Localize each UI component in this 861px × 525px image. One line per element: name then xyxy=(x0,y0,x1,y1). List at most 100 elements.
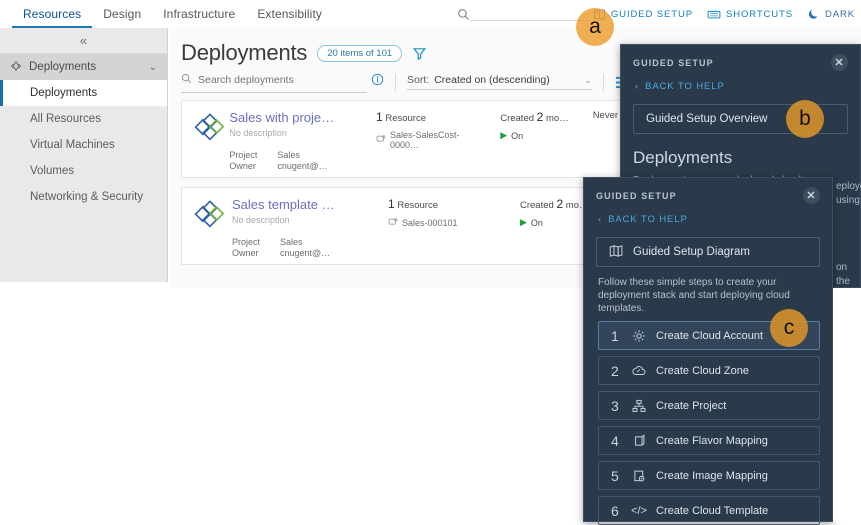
code-icon: </> xyxy=(631,504,647,517)
deployment-summary: Sales with proje… No description Project… xyxy=(229,110,362,171)
deployment-owner-row: Owner cnugent@… xyxy=(229,161,362,172)
owner-key: Owner xyxy=(229,161,256,171)
owner-value: cnugent@… xyxy=(280,248,331,258)
sort-control[interactable]: Sort: Created on (descending) ⌄ xyxy=(407,74,592,90)
power-state: On xyxy=(511,130,524,141)
back-to-help-link[interactable]: ‹ BACK TO HELP xyxy=(621,71,860,92)
sidebar-item-label: Volumes xyxy=(30,165,75,177)
sidebar-group-label: Deployments xyxy=(29,61,97,73)
tab-extensibility[interactable]: Extensibility xyxy=(246,0,333,28)
search-icon xyxy=(181,71,192,89)
back-to-help-label: BACK TO HELP xyxy=(608,214,688,225)
resource-name-row: Sales-000101 xyxy=(388,217,506,229)
resource-count-line: 1 Resource xyxy=(388,197,506,211)
sidebar-item-virtual-machines[interactable]: Virtual Machines xyxy=(0,132,167,158)
background-text-fragment: eployed xyxy=(836,181,861,192)
sidebar-collapse-button[interactable]: « xyxy=(0,28,167,54)
created-value: 2 xyxy=(536,110,544,124)
info-icon[interactable] xyxy=(371,73,384,91)
tab-design[interactable]: Design xyxy=(92,0,152,28)
sidebar-item-label: Deployments xyxy=(30,87,98,99)
resource-count: 1 xyxy=(388,197,395,211)
deployment-project-row: Project Sales xyxy=(232,237,374,248)
deployment-description: No description xyxy=(229,128,287,138)
panel-title: GUIDED SETUP xyxy=(596,190,677,201)
toolbar-divider xyxy=(395,73,396,91)
keyboard-icon xyxy=(707,8,721,21)
step-label: Create Cloud Template xyxy=(656,504,769,517)
left-sidebar: « Deployments ⌄ Deployments All Resource… xyxy=(0,28,168,282)
resource-label: Resource xyxy=(397,200,438,211)
step-number: 3 xyxy=(611,397,619,414)
annotation-marker-a: a xyxy=(576,8,614,46)
page-background-lower xyxy=(0,288,583,522)
search-input[interactable] xyxy=(198,74,348,86)
resource-count: 1 xyxy=(376,110,383,124)
global-search[interactable] xyxy=(457,4,590,21)
step-label: Create Project xyxy=(656,399,727,412)
search-icon xyxy=(457,8,470,21)
toolbar-divider xyxy=(603,73,604,91)
deployment-description: No description xyxy=(232,215,290,225)
tab-resources[interactable]: Resources xyxy=(12,0,93,28)
step-label: Create Image Mapping xyxy=(656,469,768,482)
deployment-card[interactable]: Sales with proje… No description Project… xyxy=(181,100,647,178)
deployment-summary: Sales template … No description Project … xyxy=(232,197,374,258)
step-create-image-mapping[interactable]: 5 Create Image Mapping xyxy=(598,461,820,490)
panel-header: GUIDED SETUP ✕ xyxy=(584,178,832,204)
play-icon: ▶ xyxy=(520,217,527,227)
background-text-fragment: using xyxy=(836,195,860,206)
back-to-help-label: BACK TO HELP xyxy=(645,81,725,92)
sidebar-item-volumes[interactable]: Volumes xyxy=(0,158,167,184)
deployment-resources: 1 Resource Sales-000101 xyxy=(388,197,506,255)
sort-label: Sort: xyxy=(407,74,430,86)
step-create-cloud-zone[interactable]: 2 Create Cloud Zone xyxy=(598,356,820,385)
sidebar-item-deployments[interactable]: Deployments xyxy=(0,80,167,106)
deployment-title[interactable]: Sales with proje… xyxy=(229,110,362,125)
flavor-icon xyxy=(631,433,647,448)
sidebar-item-all-resources[interactable]: All Resources xyxy=(0,106,167,132)
step-create-project[interactable]: 3 Create Project xyxy=(598,391,820,420)
back-to-help-link[interactable]: ‹ BACK TO HELP xyxy=(584,204,832,225)
filter-icon[interactable] xyxy=(412,46,427,61)
step-create-flavor-mapping[interactable]: 4 Create Flavor Mapping xyxy=(598,426,820,455)
deployment-title[interactable]: Sales template … xyxy=(232,197,374,212)
dark-mode-toggle[interactable]: DARK xyxy=(807,8,855,21)
step-number: 6 xyxy=(611,502,619,519)
page-background-right xyxy=(833,288,861,522)
created-label: Created xyxy=(520,200,554,211)
close-icon[interactable]: ✕ xyxy=(803,187,820,204)
guided-setup-label: GUIDED SETUP xyxy=(610,8,693,20)
shortcuts-button[interactable]: SHORTCUTS xyxy=(707,8,793,21)
shortcuts-label: SHORTCUTS xyxy=(725,8,793,20)
sidebar-group-deployments[interactable]: Deployments ⌄ xyxy=(0,54,167,80)
close-icon[interactable]: ✕ xyxy=(831,54,848,71)
deployment-created: Created 2 mo… ▶ On xyxy=(500,110,578,168)
project-value: Sales xyxy=(280,237,303,247)
power-state: On xyxy=(530,217,543,228)
deployment-icon xyxy=(192,110,229,168)
panel-header: GUIDED SETUP ✕ xyxy=(621,45,860,71)
global-search-input[interactable] xyxy=(470,4,590,21)
sidebar-item-label: All Resources xyxy=(30,113,101,125)
deployment-card[interactable]: Sales template … No description Project … xyxy=(181,187,647,265)
step-create-cloud-template[interactable]: 6 </> Create Cloud Template xyxy=(598,496,820,525)
resource-label: Resource xyxy=(385,113,426,124)
guided-setup-overview-label: Guided Setup Overview xyxy=(646,113,768,125)
tab-infrastructure[interactable]: Infrastructure xyxy=(152,0,246,28)
panel-heading: Deployments xyxy=(633,148,733,167)
owner-value: cnugent@… xyxy=(277,161,328,171)
chevron-left-icon: ‹ xyxy=(635,81,640,92)
step-number: 5 xyxy=(611,467,619,484)
sidebar-item-networking-security[interactable]: Networking & Security xyxy=(0,184,167,210)
guided-setup-diagram-label: Guided Setup Diagram xyxy=(633,246,750,258)
search-deployments-box[interactable] xyxy=(181,71,367,93)
panel-intro-text: Follow these simple steps to create your… xyxy=(598,277,790,314)
resource-count-line: 1 Resource xyxy=(376,110,486,124)
created-line: Created 2 mo… xyxy=(500,110,578,124)
item-count-badge: 20 items of 101 xyxy=(317,44,403,62)
background-text-fragment: on the xyxy=(836,262,850,287)
guided-setup-diagram-button[interactable]: Guided Setup Diagram xyxy=(596,237,820,267)
annotation-marker-b: b xyxy=(786,100,824,138)
deployment-resources: 1 Resource Sales-SalesCost-0000… xyxy=(376,110,486,168)
